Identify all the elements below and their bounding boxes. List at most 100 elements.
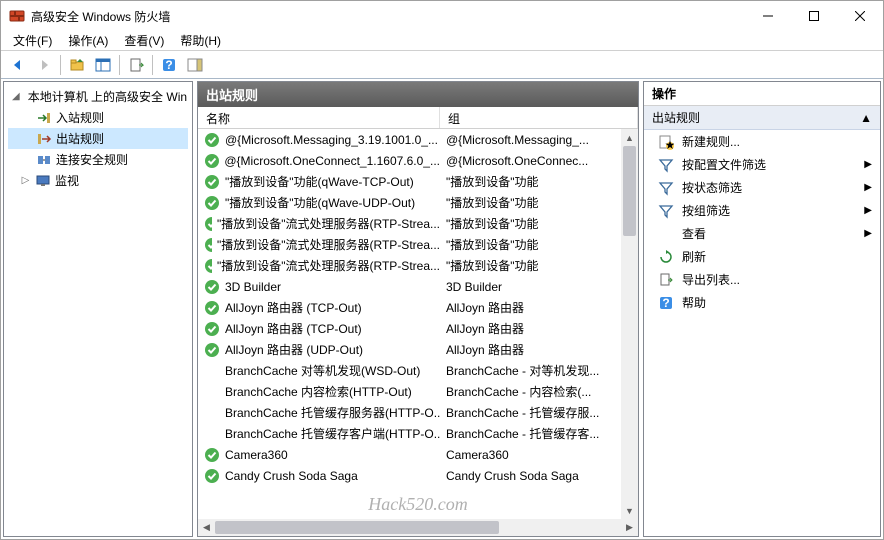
scroll-up-button[interactable]: ▲	[621, 129, 638, 146]
rule-name: Camera360	[225, 448, 288, 462]
actions-section-header[interactable]: 出站规则 ▲	[644, 106, 880, 130]
rule-group: "播放到设备"功能	[446, 259, 539, 273]
rule-row[interactable]: BranchCache 托管缓存客户端(HTTP-O...BranchCache…	[198, 423, 638, 444]
rule-group: BranchCache - 对等机发现...	[446, 364, 599, 378]
content-area: ◢ 本地计算机 上的高级安全 Win 入站规则 出站规则 连接安全规则 ▷ 监视	[1, 79, 883, 539]
action-label: 刷新	[682, 248, 706, 265]
action-view[interactable]: 查看 ▶	[644, 222, 880, 245]
submenu-arrow-icon: ▶	[864, 205, 872, 216]
rule-enabled-icon	[204, 300, 220, 316]
forward-button[interactable]	[32, 53, 56, 77]
scroll-left-button[interactable]: ◀	[198, 519, 215, 536]
action-new-rule[interactable]: ★ 新建规则...	[644, 130, 880, 153]
nav-tree: ◢ 本地计算机 上的高级安全 Win 入站规则 出站规则 连接安全规则 ▷ 监视	[8, 86, 188, 191]
col-name-header[interactable]: 名称	[198, 107, 440, 128]
menu-help[interactable]: 帮助(H)	[172, 30, 229, 51]
rule-row[interactable]: "播放到设备"流式处理服务器(RTP-Strea..."播放到设备"功能	[198, 234, 638, 255]
action-label: 按状态筛选	[682, 179, 742, 196]
rule-name: BranchCache 对等机发现(WSD-Out)	[225, 362, 420, 379]
rule-enabled-icon	[204, 447, 220, 463]
rule-enabled-icon	[204, 279, 220, 295]
rule-enabled-icon	[204, 342, 220, 358]
menu-view[interactable]: 查看(V)	[116, 30, 172, 51]
rule-name: Candy Crush Soda Saga	[225, 469, 358, 483]
rule-row[interactable]: "播放到设备"流式处理服务器(RTP-Strea..."播放到设备"功能	[198, 255, 638, 276]
collapse-icon[interactable]: ◢	[12, 91, 20, 102]
menu-file[interactable]: 文件(F)	[5, 30, 60, 51]
tree-inbound[interactable]: 入站规则	[8, 107, 188, 128]
rule-row[interactable]: "播放到设备"流式处理服务器(RTP-Strea..."播放到设备"功能	[198, 213, 638, 234]
new-rule-icon: ★	[658, 134, 674, 150]
action-help[interactable]: ? 帮助	[644, 291, 880, 314]
rule-name: "播放到设备"功能(qWave-TCP-Out)	[225, 173, 414, 190]
rule-group: @{Microsoft.OneConnec...	[446, 154, 588, 168]
maximize-button[interactable]	[791, 1, 837, 31]
connection-security-icon	[36, 152, 52, 168]
tree-root[interactable]: ◢ 本地计算机 上的高级安全 Win	[8, 86, 188, 107]
show-action-pane-button[interactable]	[183, 53, 207, 77]
col-group-header[interactable]: 组	[440, 107, 638, 128]
tree-connsec-label: 连接安全规则	[56, 151, 128, 168]
action-label: 新建规则...	[682, 133, 740, 150]
filter-icon	[658, 157, 674, 173]
svg-text:★: ★	[665, 138, 674, 150]
rule-group: "播放到设备"功能	[446, 217, 539, 231]
rule-row[interactable]: BranchCache 内容检索(HTTP-Out)BranchCache - …	[198, 381, 638, 402]
expand-icon[interactable]: ▷	[20, 175, 31, 186]
tree-root-label: 本地计算机 上的高级安全 Win	[28, 88, 187, 105]
rule-row[interactable]: AllJoyn 路由器 (TCP-Out)AllJoyn 路由器	[198, 318, 638, 339]
rule-group: "播放到设备"功能	[446, 175, 539, 189]
rule-name: AllJoyn 路由器 (UDP-Out)	[225, 341, 363, 358]
vertical-scrollbar[interactable]: ▲ ▼	[621, 129, 638, 519]
collapse-arrow-icon: ▲	[860, 111, 872, 125]
app-window: 高级安全 Windows 防火墙 文件(F) 操作(A) 查看(V) 帮助(H)…	[0, 0, 884, 540]
tree-monitor[interactable]: ▷ 监视	[8, 170, 188, 191]
action-refresh[interactable]: 刷新	[644, 245, 880, 268]
toolbar: ?	[1, 51, 883, 79]
scroll-thumb-h[interactable]	[215, 521, 499, 534]
scroll-right-button[interactable]: ▶	[621, 519, 638, 536]
tree-inbound-label: 入站规则	[56, 109, 104, 126]
rule-name: "播放到设备"流式处理服务器(RTP-Strea...	[217, 236, 440, 253]
inbound-rules-icon	[36, 110, 52, 126]
action-export[interactable]: 导出列表...	[644, 268, 880, 291]
submenu-arrow-icon: ▶	[864, 182, 872, 193]
actions-pane: 操作 出站规则 ▲ ★ 新建规则... 按配置文件筛选 ▶ 按状态筛选 ▶	[643, 81, 881, 537]
menu-action[interactable]: 操作(A)	[60, 30, 116, 51]
rule-name: @{Microsoft.OneConnect_1.1607.6.0_...	[224, 154, 440, 168]
rule-row[interactable]: Candy Crush Soda SagaCandy Crush Soda Sa…	[198, 465, 638, 486]
tree-outbound[interactable]: 出站规则	[8, 128, 188, 149]
rule-row[interactable]: AllJoyn 路由器 (UDP-Out)AllJoyn 路由器	[198, 339, 638, 360]
rule-group: Camera360	[446, 448, 509, 462]
back-button[interactable]	[6, 53, 30, 77]
rule-row[interactable]: Camera360 Camera360	[198, 444, 638, 465]
tree-monitor-label: 监视	[55, 172, 79, 189]
rule-group: BranchCache - 内容检索(...	[446, 385, 591, 399]
rule-row[interactable]: 3D Builder3D Builder	[198, 276, 638, 297]
rule-row[interactable]: BranchCache 对等机发现(WSD-Out) BranchCache - …	[198, 360, 638, 381]
up-folder-button[interactable]	[65, 53, 89, 77]
scroll-down-button[interactable]: ▼	[621, 502, 638, 519]
show-hide-tree-button[interactable]	[91, 53, 115, 77]
action-filter-group[interactable]: 按组筛选 ▶	[644, 199, 880, 222]
rule-row[interactable]: BranchCache 托管缓存服务器(HTTP-O...BranchCache…	[198, 402, 638, 423]
rule-enabled-icon	[204, 132, 220, 148]
minimize-button[interactable]	[745, 1, 791, 31]
close-button[interactable]	[837, 1, 883, 31]
rule-group: BranchCache - 托管缓存客...	[446, 427, 599, 441]
rule-name: AllJoyn 路由器 (TCP-Out)	[225, 299, 362, 316]
tree-connsec[interactable]: 连接安全规则	[8, 149, 188, 170]
help-toolbar-button[interactable]: ?	[157, 53, 181, 77]
outbound-rules-icon	[36, 131, 52, 147]
rule-row[interactable]: @{Microsoft.Messaging_3.19.1001.0_...@{M…	[198, 129, 638, 150]
action-filter-state[interactable]: 按状态筛选 ▶	[644, 176, 880, 199]
rule-row[interactable]: "播放到设备"功能(qWave-TCP-Out) "播放到设备"功能	[198, 171, 638, 192]
scroll-thumb[interactable]	[623, 146, 636, 236]
rule-row[interactable]: "播放到设备"功能(qWave-UDP-Out)"播放到设备"功能	[198, 192, 638, 213]
rule-group: "播放到设备"功能	[446, 196, 539, 210]
action-filter-profile[interactable]: 按配置文件筛选 ▶	[644, 153, 880, 176]
rule-row[interactable]: AllJoyn 路由器 (TCP-Out)AllJoyn 路由器	[198, 297, 638, 318]
export-button[interactable]	[124, 53, 148, 77]
horizontal-scrollbar[interactable]: ◀ ▶	[198, 519, 638, 536]
rule-row[interactable]: @{Microsoft.OneConnect_1.1607.6.0_... @{M…	[198, 150, 638, 171]
